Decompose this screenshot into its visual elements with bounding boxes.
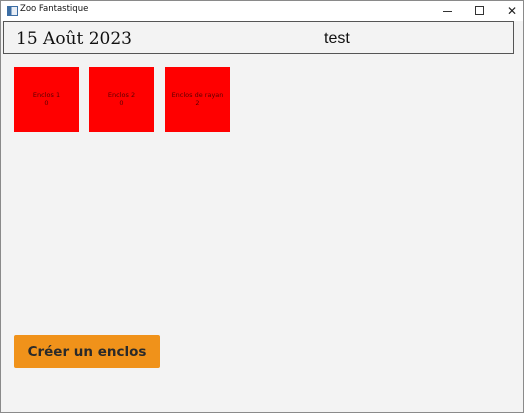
create-enclos-button[interactable]: Créer un enclos bbox=[14, 335, 160, 368]
close-button[interactable]: ✕ bbox=[495, 1, 524, 21]
minimize-button[interactable] bbox=[431, 1, 465, 21]
maximize-button[interactable] bbox=[463, 1, 497, 21]
maximize-icon bbox=[475, 6, 484, 15]
enclos-animal-count: 2 bbox=[195, 99, 200, 107]
enclos-animal-count: 0 bbox=[119, 99, 124, 107]
close-icon: ✕ bbox=[506, 4, 518, 18]
enclos-animal-count: 0 bbox=[44, 99, 49, 107]
user-label: test bbox=[324, 30, 350, 47]
enclos-card-content: Enclos 1 0 bbox=[14, 91, 79, 107]
enclos-card-3[interactable]: Enclos de rayan 2 bbox=[165, 67, 230, 132]
enclos-card-2[interactable]: Enclos 2 0 bbox=[89, 67, 154, 132]
title-bar[interactable]: Zoo Fantastique ✕ bbox=[1, 1, 523, 21]
enclos-card-content: Enclos 2 0 bbox=[89, 91, 154, 107]
window-title: Zoo Fantastique bbox=[20, 4, 89, 14]
enclos-name: Enclos 1 bbox=[32, 91, 61, 99]
app-icon bbox=[7, 6, 18, 16]
enclos-card-content: Enclos de rayan 2 bbox=[165, 91, 230, 107]
enclos-name: Enclos de rayan bbox=[171, 91, 224, 99]
header-bar: 15 Août 2023 test bbox=[3, 21, 514, 54]
minimize-icon bbox=[443, 11, 452, 12]
app-window: Zoo Fantastique ✕ 15 Août 2023 test Encl… bbox=[0, 0, 524, 413]
enclos-name: Enclos 2 bbox=[107, 91, 136, 99]
date-label: 15 Août 2023 bbox=[16, 29, 132, 49]
enclos-card-1[interactable]: Enclos 1 0 bbox=[14, 67, 79, 132]
